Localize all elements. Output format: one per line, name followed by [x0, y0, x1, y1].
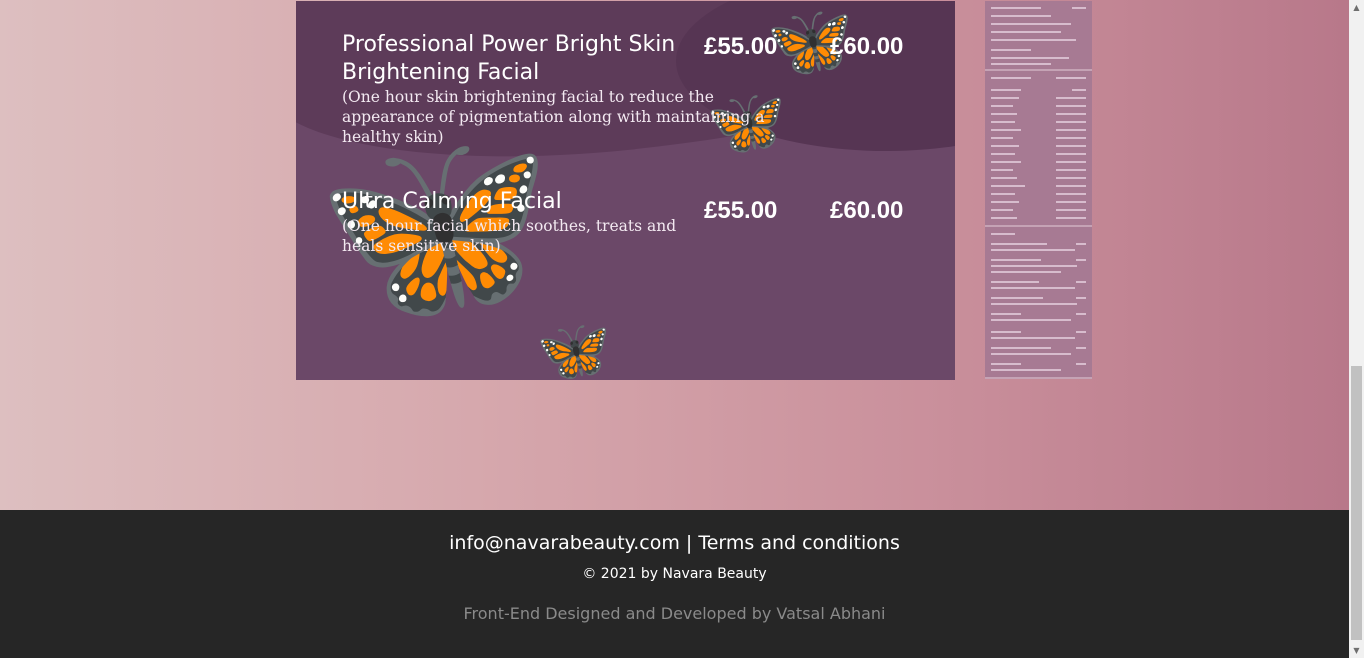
menu-thumbnail[interactable] — [985, 1, 1092, 71]
menu-item-description: (One hour skin brightening facial to red… — [342, 88, 765, 146]
scroll-up-icon[interactable]: ▲ — [1349, 0, 1364, 15]
butterfly-icon: 🦋 — [536, 316, 611, 380]
footer-credit: Front-End Designed and Developed by Vats… — [463, 604, 886, 623]
menu-item-price: £55.00 — [704, 33, 778, 60]
footer-terms-link[interactable]: Terms and conditions — [698, 532, 900, 554]
footer-separator: | — [685, 532, 693, 554]
menu-thumbnails — [985, 1, 1092, 379]
menu-thumbnail[interactable] — [985, 71, 1092, 227]
menu-item-title: Ultra Calming Facial — [342, 189, 562, 214]
menu-item: Ultra Calming Facial (One hour facial wh… — [342, 188, 702, 256]
site-footer: info@navarabeauty.com | Terms and condit… — [0, 510, 1349, 658]
footer-email-link[interactable]: info@navarabeauty.com — [449, 532, 680, 554]
menu-item-title: Professional Power Bright Skin Brighteni… — [342, 32, 676, 85]
menu-item-description: (One hour facial which soothes, treats a… — [342, 217, 677, 255]
menu-item-price: £60.00 — [830, 197, 904, 224]
footer-copyright: © 2021 by Navara Beauty — [582, 566, 767, 582]
footer-links: info@navarabeauty.com | Terms and condit… — [0, 532, 1349, 554]
menu-thumbnail[interactable] — [985, 227, 1092, 379]
scroll-down-icon[interactable]: ▼ — [1349, 643, 1364, 658]
scrollbar-thumb[interactable] — [1351, 366, 1362, 640]
page-scrollbar[interactable]: ▲ ▼ — [1349, 0, 1364, 658]
menu-card-image: 🦋 🦋 🦋 🦋 Professional Power Bright Skin B… — [296, 1, 955, 380]
menu-item-price: £60.00 — [830, 33, 904, 60]
menu-item-price: £55.00 — [704, 197, 778, 224]
